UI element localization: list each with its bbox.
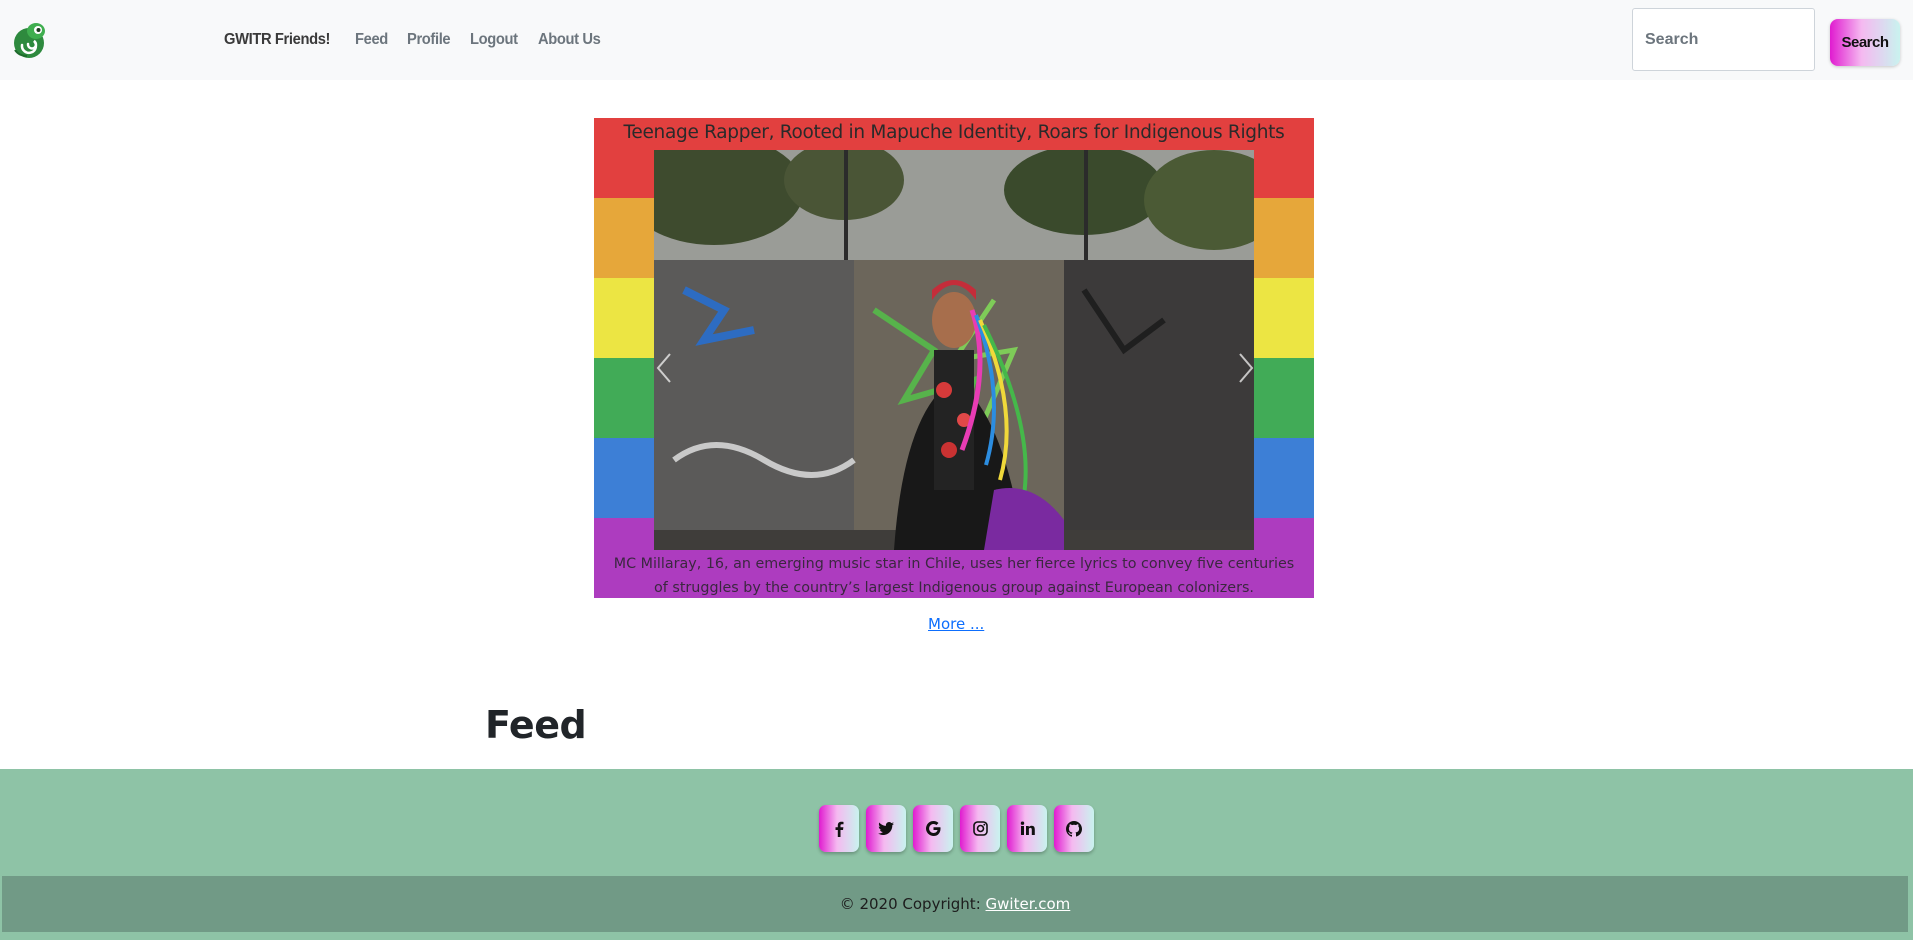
- carousel-title: Teenage Rapper, Rooted in Mapuche Identi…: [623, 122, 1285, 143]
- feed-heading: Feed: [485, 703, 587, 747]
- nav-link-feed[interactable]: Feed: [355, 31, 388, 49]
- nav-brand-link[interactable]: GWITR Friends!: [224, 31, 330, 49]
- github-button[interactable]: [1054, 805, 1094, 852]
- more-link[interactable]: More ...: [928, 615, 984, 633]
- instagram-icon: [972, 821, 988, 836]
- twitter-button[interactable]: [866, 805, 906, 852]
- chevron-left-icon[interactable]: [652, 348, 676, 388]
- instagram-button[interactable]: [960, 805, 1000, 852]
- google-icon: [925, 821, 940, 836]
- facebook-button[interactable]: [819, 805, 859, 852]
- chameleon-logo-icon[interactable]: [10, 20, 50, 60]
- linkedin-button[interactable]: [1007, 805, 1047, 852]
- social-links: [819, 805, 1094, 852]
- nav-link-profile[interactable]: Profile: [407, 31, 451, 49]
- nav-link-logout[interactable]: Logout: [470, 31, 518, 49]
- footer: © 2020 Copyright: Gwiter.com: [0, 769, 1913, 940]
- nav-link-about-us[interactable]: About Us: [538, 31, 601, 49]
- linkedin-icon: [1020, 821, 1035, 835]
- news-carousel: Teenage Rapper, Rooted in Mapuche Identi…: [594, 118, 1314, 598]
- google-button[interactable]: [913, 805, 953, 852]
- copyright-link[interactable]: Gwiter.com: [986, 895, 1071, 913]
- carousel-caption: MC Millaray, 16, an emerging music star …: [613, 556, 1295, 596]
- nav-links: GWITR Friends! Feed Profile Logout About…: [224, 0, 606, 80]
- copyright-bar: © 2020 Copyright: Gwiter.com: [2, 876, 1908, 932]
- search-input[interactable]: [1632, 8, 1815, 71]
- chevron-right-icon[interactable]: [1234, 348, 1258, 388]
- twitter-icon: [878, 821, 894, 835]
- facebook-icon: [835, 821, 844, 837]
- github-icon: [1066, 820, 1082, 837]
- carousel-photo[interactable]: [654, 150, 1254, 550]
- copyright-text: © 2020 Copyright:: [839, 895, 981, 913]
- navbar: GWITR Friends! Feed Profile Logout About…: [0, 0, 1913, 80]
- search-button[interactable]: Search: [1830, 19, 1900, 66]
